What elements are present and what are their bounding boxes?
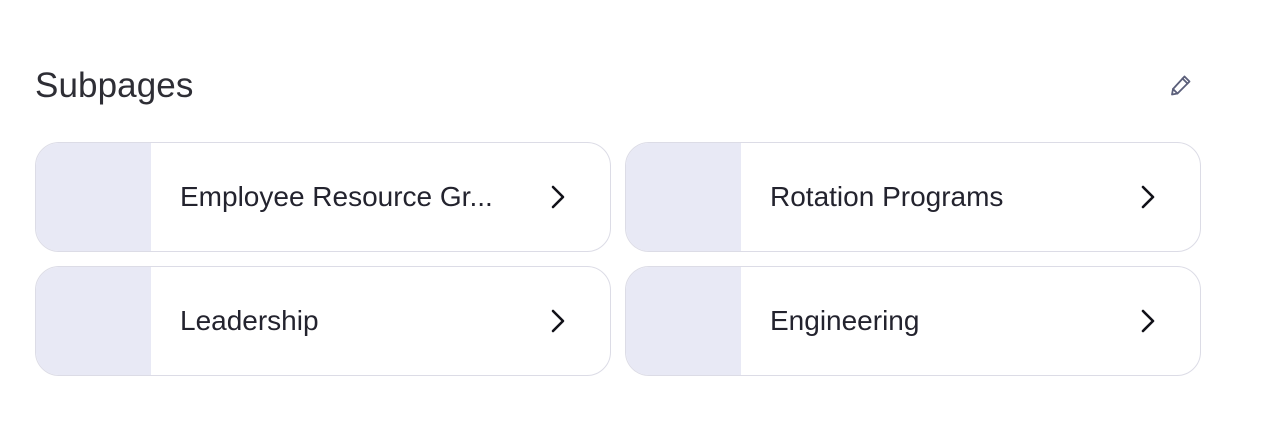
- subpage-card-rotation-programs[interactable]: Rotation Programs: [625, 142, 1201, 252]
- chevron-right-icon: [546, 307, 570, 335]
- subpage-label: Employee Resource Gr...: [180, 181, 493, 212]
- subpage-thumbnail: [36, 143, 151, 251]
- section-header: Subpages: [35, 62, 1201, 112]
- subpage-card-body: Employee Resource Gr...: [151, 143, 610, 251]
- subpage-label: Rotation Programs: [770, 181, 1004, 212]
- chevron-right-icon: [1136, 183, 1160, 211]
- subpages-grid: Employee Resource Gr... Rotation Program…: [35, 142, 1201, 376]
- subpage-thumbnail: [36, 267, 151, 375]
- subpage-card-employee-resource-groups[interactable]: Employee Resource Gr...: [35, 142, 611, 252]
- subpage-card-body: Leadership: [151, 267, 610, 375]
- section-title: Subpages: [35, 66, 194, 105]
- subpage-card-engineering[interactable]: Engineering: [625, 266, 1201, 376]
- edit-button[interactable]: [1166, 72, 1196, 102]
- chevron-right-icon: [1136, 307, 1160, 335]
- subpages-section: Subpages Employee Resource Gr... Rotatio…: [35, 62, 1201, 376]
- chevron-right-icon: [546, 183, 570, 211]
- subpage-thumbnail: [626, 143, 741, 251]
- subpage-label: Leadership: [180, 305, 319, 336]
- subpage-card-body: Engineering: [741, 267, 1200, 375]
- subpage-card-leadership[interactable]: Leadership: [35, 266, 611, 376]
- subpage-card-body: Rotation Programs: [741, 143, 1200, 251]
- subpage-thumbnail: [626, 267, 741, 375]
- pencil-icon: [1168, 72, 1194, 103]
- subpage-label: Engineering: [770, 305, 920, 336]
